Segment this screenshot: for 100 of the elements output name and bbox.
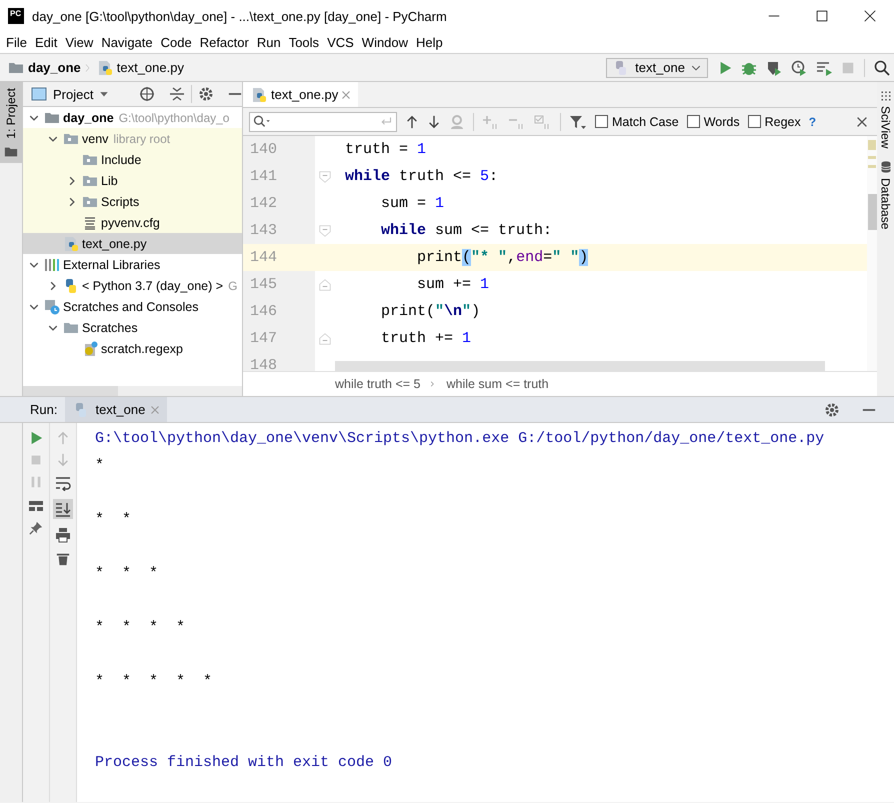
tree-row[interactable]: Scratches — [23, 317, 242, 338]
fold-marker-icon[interactable] — [319, 224, 331, 238]
tree-row[interactable]: day_one G:\tool\python\day_o — [23, 107, 242, 128]
menu-item[interactable]: VCS — [323, 35, 358, 50]
checkbox-option[interactable]: Words — [686, 114, 740, 128]
menu-item[interactable]: Help — [412, 35, 447, 50]
filter-icon[interactable] — [569, 114, 587, 130]
tree-item-label: Lib — [101, 174, 118, 188]
wrap-icon[interactable] — [55, 475, 71, 491]
chevron-down-icon[interactable] — [48, 134, 58, 144]
tree-row[interactable]: Lib — [23, 170, 242, 191]
app-logo: PC — [8, 8, 24, 24]
tree-row[interactable]: text_one.py — [23, 233, 242, 254]
menu-item[interactable]: View — [61, 35, 98, 50]
run-tab[interactable]: text_one — [65, 397, 168, 422]
scrollbar[interactable] — [867, 136, 877, 371]
scrollbar[interactable] — [335, 361, 825, 371]
menu-item[interactable]: Window — [358, 35, 412, 50]
panel-icon — [31, 86, 47, 102]
crosshair-icon[interactable] — [138, 86, 155, 102]
menu-item[interactable]: Code — [156, 35, 196, 50]
line-number: 147 — [243, 325, 315, 352]
close-icon[interactable] — [857, 116, 867, 126]
breadcrumb-item[interactable]: day_one — [28, 60, 81, 75]
pin-icon[interactable] — [29, 521, 43, 535]
tool-window-tab[interactable]: SciView — [878, 90, 892, 148]
shield-icon[interactable] — [766, 60, 782, 76]
scrollbar[interactable] — [23, 386, 242, 396]
fold-marker-icon[interactable] — [319, 332, 331, 346]
help-link[interactable]: ? — [808, 114, 816, 128]
arrow-down-icon[interactable] — [427, 114, 441, 128]
text-file-icon — [82, 214, 98, 230]
chevron-right-icon[interactable] — [67, 176, 77, 186]
collapse-icon[interactable] — [168, 86, 185, 102]
arrow-up-icon[interactable] — [405, 114, 419, 128]
enter-icon — [379, 116, 393, 128]
tool-window-tab[interactable]: 1: Project — [0, 82, 22, 163]
list-run-icon[interactable] — [816, 60, 832, 76]
breadcrumb-item[interactable]: text_one.py — [116, 60, 184, 75]
menu-item[interactable]: Refactor — [196, 35, 253, 50]
code-line: sum += 1 — [416, 276, 490, 293]
trash-icon[interactable] — [56, 551, 70, 567]
close-icon[interactable] — [864, 10, 876, 22]
tree-item-label: text_one.py — [82, 236, 147, 250]
console-output: * * * * * * * * * * * * * * * — [95, 456, 214, 692]
tool-window-tab-label: Database — [878, 178, 892, 230]
checkbox[interactable] — [748, 115, 761, 128]
tree-row[interactable]: venv library root — [23, 128, 242, 149]
checkbox-option[interactable]: Regex — [748, 114, 801, 128]
chevron-right-icon[interactable] — [48, 280, 58, 290]
caret-icon[interactable] — [99, 89, 110, 99]
chevron-right-icon[interactable] — [67, 196, 77, 206]
tool-window-tab-label: SciView — [878, 106, 892, 148]
search-field[interactable] — [249, 112, 397, 132]
maximize-icon[interactable] — [816, 10, 828, 22]
run-icon[interactable] — [718, 60, 732, 74]
menu-item[interactable]: Edit — [30, 35, 62, 50]
code-line: truth = 1 — [345, 141, 426, 158]
run-icon[interactable] — [29, 431, 43, 445]
checkbox[interactable] — [595, 115, 608, 128]
checkbox-option[interactable]: Match Case — [595, 114, 679, 128]
tree-item-label: < Python 3.7 (day_one) > — [82, 278, 224, 292]
console-command: G:\tool\python\day_one\venv\Scripts\python.exe G:/tool/python/day_one/text_one.py — [95, 429, 826, 449]
line-number: 141 — [243, 163, 315, 190]
editor-tab[interactable]: text_one.py — [243, 82, 358, 107]
settings-icon[interactable] — [198, 86, 214, 102]
grid-icon — [880, 90, 892, 102]
chevron-down-icon[interactable] — [48, 322, 58, 332]
clock-icon[interactable] — [791, 60, 807, 76]
search-icon — [253, 114, 271, 128]
chevron-down-icon[interactable] — [29, 112, 39, 122]
chevron-down-icon[interactable] — [29, 302, 39, 312]
checkbox[interactable] — [686, 115, 700, 128]
tree-row[interactable]: < Python 3.7 (day_one) > G — [23, 275, 242, 296]
tree-row[interactable]: Scripts — [23, 191, 242, 212]
menu-item[interactable]: File — [2, 35, 31, 50]
scroll-to-end-button[interactable] — [53, 499, 73, 519]
fold-marker-icon[interactable] — [319, 278, 331, 292]
tree-row[interactable]: Include — [23, 149, 242, 170]
tree-row[interactable]: scratch.regexp — [23, 338, 242, 359]
tool-window-tab[interactable]: Database — [878, 160, 892, 230]
line-number: 146 — [243, 298, 315, 325]
breadcrumb-item[interactable]: while sum <= truth — [446, 377, 549, 391]
panel-title[interactable]: Project — [53, 86, 94, 102]
tree-row[interactable]: pyvenv.cfg — [23, 212, 242, 233]
menu-item[interactable]: Run — [252, 35, 285, 50]
run-configuration-dropdown[interactable]: text_one — [606, 58, 708, 78]
settings-icon[interactable] — [824, 402, 840, 418]
python-file-icon — [251, 86, 267, 102]
breadcrumb-item[interactable]: while truth <= 5 — [335, 377, 420, 391]
print-icon[interactable] — [55, 527, 71, 543]
tree-row[interactable]: Scratches and Consoles — [23, 296, 242, 317]
fold-marker-icon[interactable] — [319, 170, 331, 184]
line-number: 145 — [243, 271, 315, 298]
menu-item[interactable]: Tools — [284, 35, 324, 50]
code-line: print("* ",end=" ") — [416, 249, 588, 266]
chevron-down-icon[interactable] — [29, 260, 39, 270]
menu-item[interactable]: Navigate — [97, 35, 157, 50]
search-icon[interactable] — [874, 60, 890, 76]
tree-row[interactable]: External Libraries — [23, 254, 242, 275]
